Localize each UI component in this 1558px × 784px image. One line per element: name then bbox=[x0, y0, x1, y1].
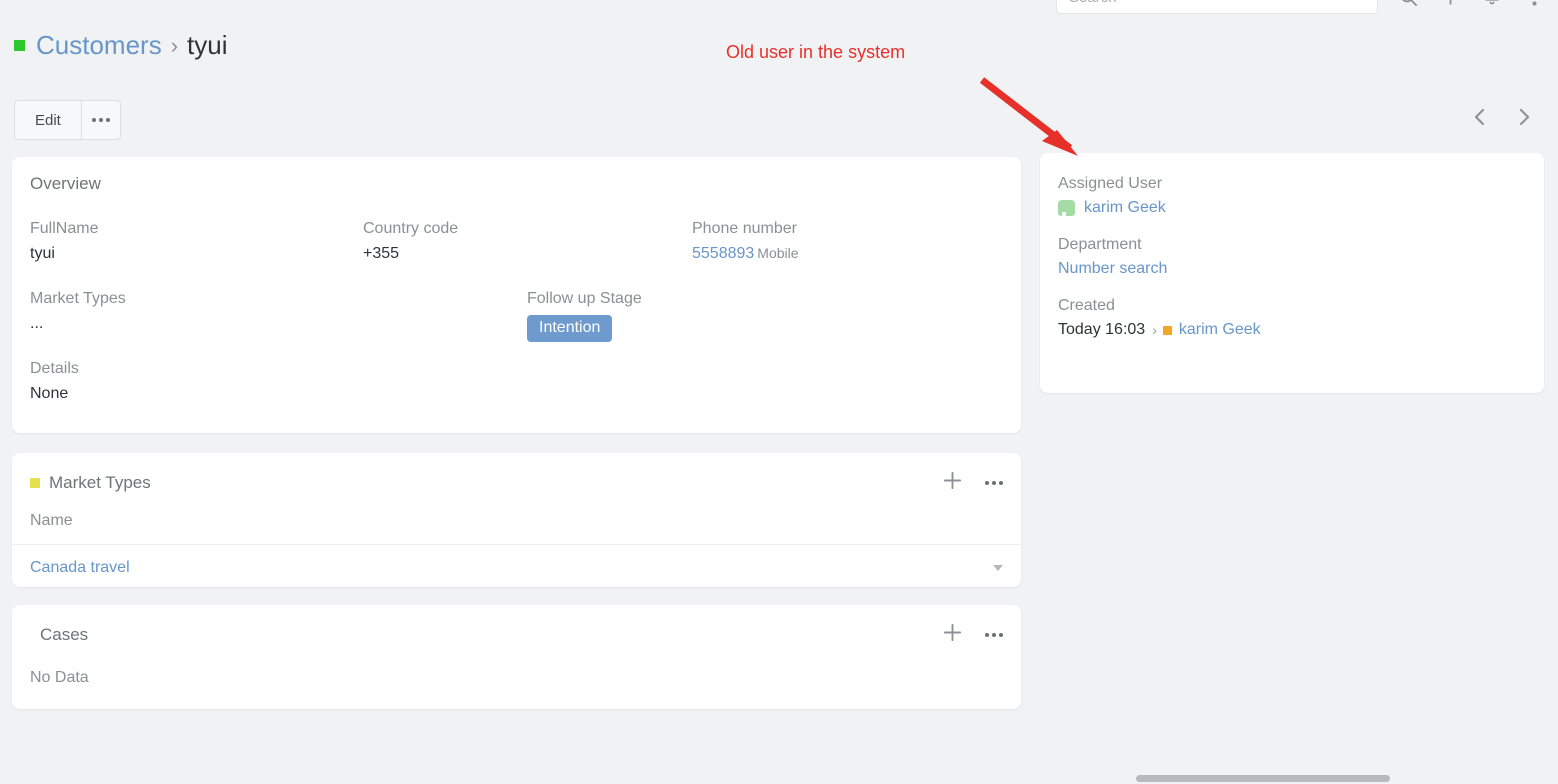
market-types-panel-title: Market Types bbox=[49, 473, 151, 493]
field-market-types-label: Market Types bbox=[30, 290, 126, 308]
overview-panel-title: Overview bbox=[12, 157, 1021, 194]
field-fullname: FullName tyui bbox=[30, 220, 98, 263]
created-separator: › bbox=[1152, 322, 1157, 338]
assigned-user-link[interactable]: karim Geek bbox=[1084, 199, 1166, 217]
overview-panel: Overview FullName tyui Country code +355… bbox=[12, 157, 1021, 433]
market-types-color-square-icon bbox=[30, 478, 40, 488]
add-icon[interactable] bbox=[1440, 0, 1460, 7]
breadcrumb-separator: › bbox=[171, 33, 178, 59]
created-timestamp: Today 16:03 bbox=[1058, 321, 1145, 339]
overflow-menu-icon[interactable] bbox=[1524, 0, 1544, 7]
created-by-link[interactable]: karim Geek bbox=[1179, 321, 1261, 339]
add-market-type-button[interactable] bbox=[942, 470, 963, 495]
phone-number-link[interactable]: 5558893 bbox=[692, 245, 754, 262]
cases-panel-header: Cases bbox=[12, 605, 1021, 647]
next-record-button[interactable] bbox=[1515, 105, 1534, 134]
created-by-color-square-icon bbox=[1163, 326, 1172, 335]
chevron-down-icon[interactable] bbox=[993, 565, 1003, 571]
breadcrumb-module-link[interactable]: Customers bbox=[36, 30, 162, 61]
market-types-menu-button[interactable] bbox=[985, 481, 1003, 485]
field-phone-number: Phone number 5558893Mobile bbox=[692, 220, 799, 263]
horizontal-scrollbar[interactable] bbox=[1136, 775, 1390, 782]
record-navigation bbox=[1470, 105, 1534, 134]
cases-panel-title: Cases bbox=[12, 608, 88, 645]
field-follow-up-stage: Follow up Stage Intention bbox=[527, 290, 642, 342]
notification-bell-icon[interactable] bbox=[1482, 0, 1502, 7]
overview-field-row: Market Types ... Follow up Stage Intenti… bbox=[30, 290, 1003, 360]
module-color-square-icon bbox=[14, 40, 25, 51]
status-badge: Intention bbox=[527, 315, 612, 342]
department-link[interactable]: Number search bbox=[1058, 260, 1167, 278]
assigned-user-value: karim Geek bbox=[1058, 199, 1526, 217]
record-more-button[interactable] bbox=[81, 100, 121, 140]
avatar bbox=[1058, 200, 1075, 216]
edit-button[interactable]: Edit bbox=[14, 100, 81, 140]
three-dots-icon bbox=[985, 633, 1003, 637]
department-label: Department bbox=[1058, 236, 1526, 254]
market-types-panel: Market Types Name Canada travel bbox=[12, 453, 1021, 587]
field-fullname-value: tyui bbox=[30, 245, 98, 263]
field-details-label: Details bbox=[30, 360, 79, 378]
app-root: Customers › tyui Edit Overview FullName bbox=[0, 0, 1558, 784]
cases-menu-button[interactable] bbox=[985, 633, 1003, 637]
cases-panel-actions bbox=[942, 605, 1003, 647]
top-bar-icon-group bbox=[1398, 0, 1544, 7]
overview-field-row: Details None bbox=[30, 360, 1003, 430]
overview-fields: FullName tyui Country code +355 Phone nu… bbox=[12, 194, 1021, 430]
search-icon[interactable] bbox=[1398, 0, 1418, 7]
field-country-code: Country code +355 bbox=[363, 220, 458, 263]
cases-empty-state: No Data bbox=[12, 647, 1021, 687]
assigned-user-label: Assigned User bbox=[1058, 175, 1526, 193]
market-types-panel-title-group: Market Types bbox=[12, 456, 151, 493]
field-country-code-label: Country code bbox=[363, 220, 458, 238]
market-types-column-header: Name bbox=[12, 495, 1021, 545]
market-type-name-link[interactable]: Canada travel bbox=[30, 559, 130, 577]
market-types-panel-header: Market Types bbox=[12, 453, 1021, 495]
side-panel-body: Assigned User karim Geek Department Numb… bbox=[1040, 153, 1544, 339]
record-side-panel: Assigned User karim Geek Department Numb… bbox=[1040, 153, 1544, 393]
created-value: Today 16:03 › karim Geek bbox=[1058, 321, 1526, 339]
breadcrumb: Customers › tyui bbox=[14, 30, 228, 61]
field-follow-up-stage-label: Follow up Stage bbox=[527, 290, 642, 308]
add-case-button[interactable] bbox=[942, 622, 963, 647]
three-dots-icon bbox=[985, 481, 1003, 485]
field-details: Details None bbox=[30, 360, 79, 403]
department-value: Number search bbox=[1058, 260, 1526, 278]
created-label: Created bbox=[1058, 297, 1526, 315]
three-dots-icon bbox=[92, 118, 110, 122]
phone-number-type: Mobile bbox=[757, 245, 798, 261]
field-country-code-value: +355 bbox=[363, 245, 458, 263]
page-title: tyui bbox=[187, 30, 227, 61]
field-fullname-label: FullName bbox=[30, 220, 98, 238]
record-actions: Edit bbox=[14, 100, 121, 140]
top-bar bbox=[1056, 0, 1558, 16]
annotation-note: Old user in the system bbox=[726, 42, 905, 63]
search-input[interactable] bbox=[1067, 0, 1367, 7]
market-types-panel-actions bbox=[942, 453, 1003, 495]
field-market-types-value: ... bbox=[30, 315, 126, 333]
field-details-value: None bbox=[30, 385, 79, 403]
global-search-box[interactable] bbox=[1056, 0, 1378, 14]
overview-field-row: FullName tyui Country code +355 Phone nu… bbox=[30, 220, 1003, 290]
field-phone-number-label: Phone number bbox=[692, 220, 799, 238]
field-market-types: Market Types ... bbox=[30, 290, 126, 333]
previous-record-button[interactable] bbox=[1470, 105, 1489, 134]
field-phone-number-value: 5558893Mobile bbox=[692, 245, 799, 263]
cases-panel: Cases No Data bbox=[12, 605, 1021, 709]
field-follow-up-stage-value: Intention bbox=[527, 315, 642, 342]
table-row: Canada travel bbox=[12, 545, 1021, 577]
